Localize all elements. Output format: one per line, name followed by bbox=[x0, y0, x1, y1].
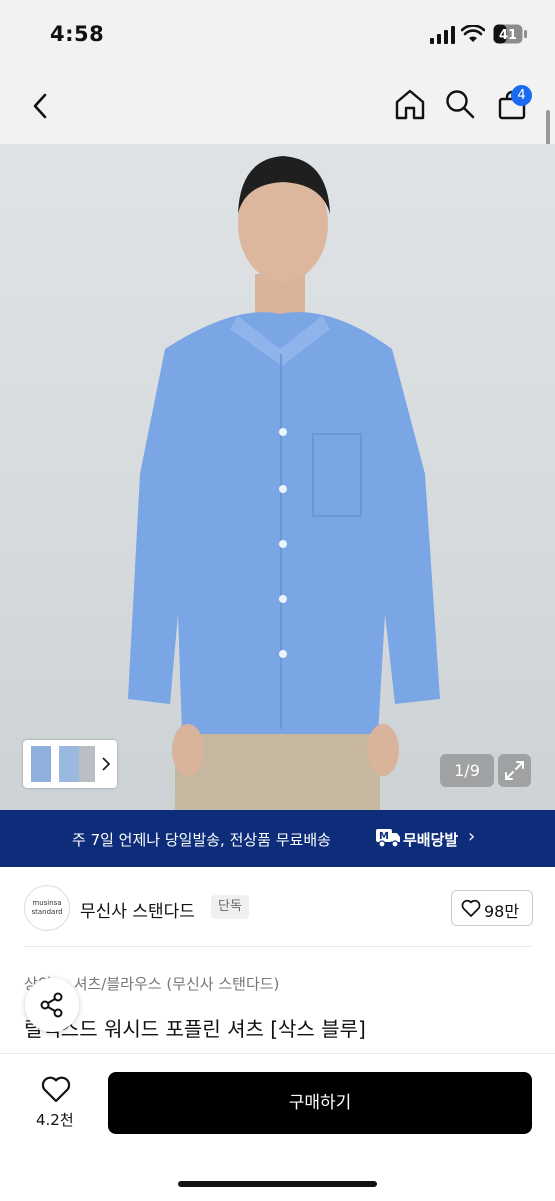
product-image[interactable] bbox=[0, 144, 555, 810]
left-hand bbox=[172, 724, 204, 776]
brand-logo-line2: standard bbox=[31, 908, 63, 916]
back-icon[interactable] bbox=[30, 92, 50, 120]
status-bar: 4:58 41 bbox=[0, 0, 555, 68]
brand-logo[interactable]: musinsa standard bbox=[24, 885, 70, 931]
brand-like-count: 98만 bbox=[484, 902, 520, 921]
top-nav bbox=[0, 68, 555, 144]
chevron-right-icon: › bbox=[468, 826, 476, 847]
expand-icon bbox=[505, 761, 524, 780]
shirt bbox=[128, 312, 440, 734]
shirt-button bbox=[279, 485, 287, 493]
cellular-signal-icon bbox=[430, 26, 455, 44]
thumbnail-1 bbox=[31, 746, 51, 782]
share-icon bbox=[40, 992, 63, 1018]
exclusive-badge: 단독 bbox=[211, 895, 249, 919]
svg-text:M: M bbox=[379, 831, 389, 842]
heart-icon[interactable] bbox=[41, 1075, 71, 1103]
brand-name[interactable]: 무신사 스탠다드 bbox=[80, 897, 195, 922]
expand-button[interactable] bbox=[498, 754, 531, 787]
thumbnail-images bbox=[31, 746, 111, 782]
cart-count-badge: 4 bbox=[511, 85, 532, 106]
status-time: 4:58 bbox=[50, 22, 105, 46]
shirt-button bbox=[279, 595, 287, 603]
divider bbox=[24, 946, 531, 947]
battery-level: 41 bbox=[499, 28, 517, 43]
heart-icon bbox=[461, 899, 481, 917]
banner-text: 주 7일 언제나 당일발송, 전상품 무료배송 bbox=[72, 831, 331, 849]
thumbnail-strip[interactable] bbox=[23, 740, 117, 788]
shirt-button bbox=[279, 650, 287, 658]
chevron-right-icon bbox=[102, 757, 111, 771]
thumbnail-2 bbox=[59, 746, 79, 782]
search-icon[interactable] bbox=[445, 89, 475, 119]
brand-logo-line1: musinsa bbox=[32, 899, 62, 907]
shirt-button bbox=[279, 540, 287, 548]
battery-icon: 41 bbox=[493, 24, 527, 44]
delivery-truck-icon: M bbox=[376, 829, 400, 848]
free-delivery-service-label: 무배당발 bbox=[403, 831, 459, 849]
pants bbox=[175, 734, 380, 810]
thumbnail-3 bbox=[79, 746, 95, 782]
product-photo bbox=[128, 156, 440, 810]
right-hand bbox=[367, 724, 399, 776]
share-button[interactable] bbox=[25, 978, 79, 1032]
home-icon[interactable] bbox=[394, 88, 426, 120]
image-counter: 1/9 bbox=[440, 754, 494, 787]
shirt-button bbox=[279, 428, 287, 436]
home-indicator[interactable] bbox=[178, 1181, 377, 1187]
product-like-count: 4.2천 bbox=[36, 1111, 74, 1129]
buy-button[interactable]: 구매하기 bbox=[108, 1072, 532, 1134]
wifi-icon bbox=[461, 25, 485, 42]
